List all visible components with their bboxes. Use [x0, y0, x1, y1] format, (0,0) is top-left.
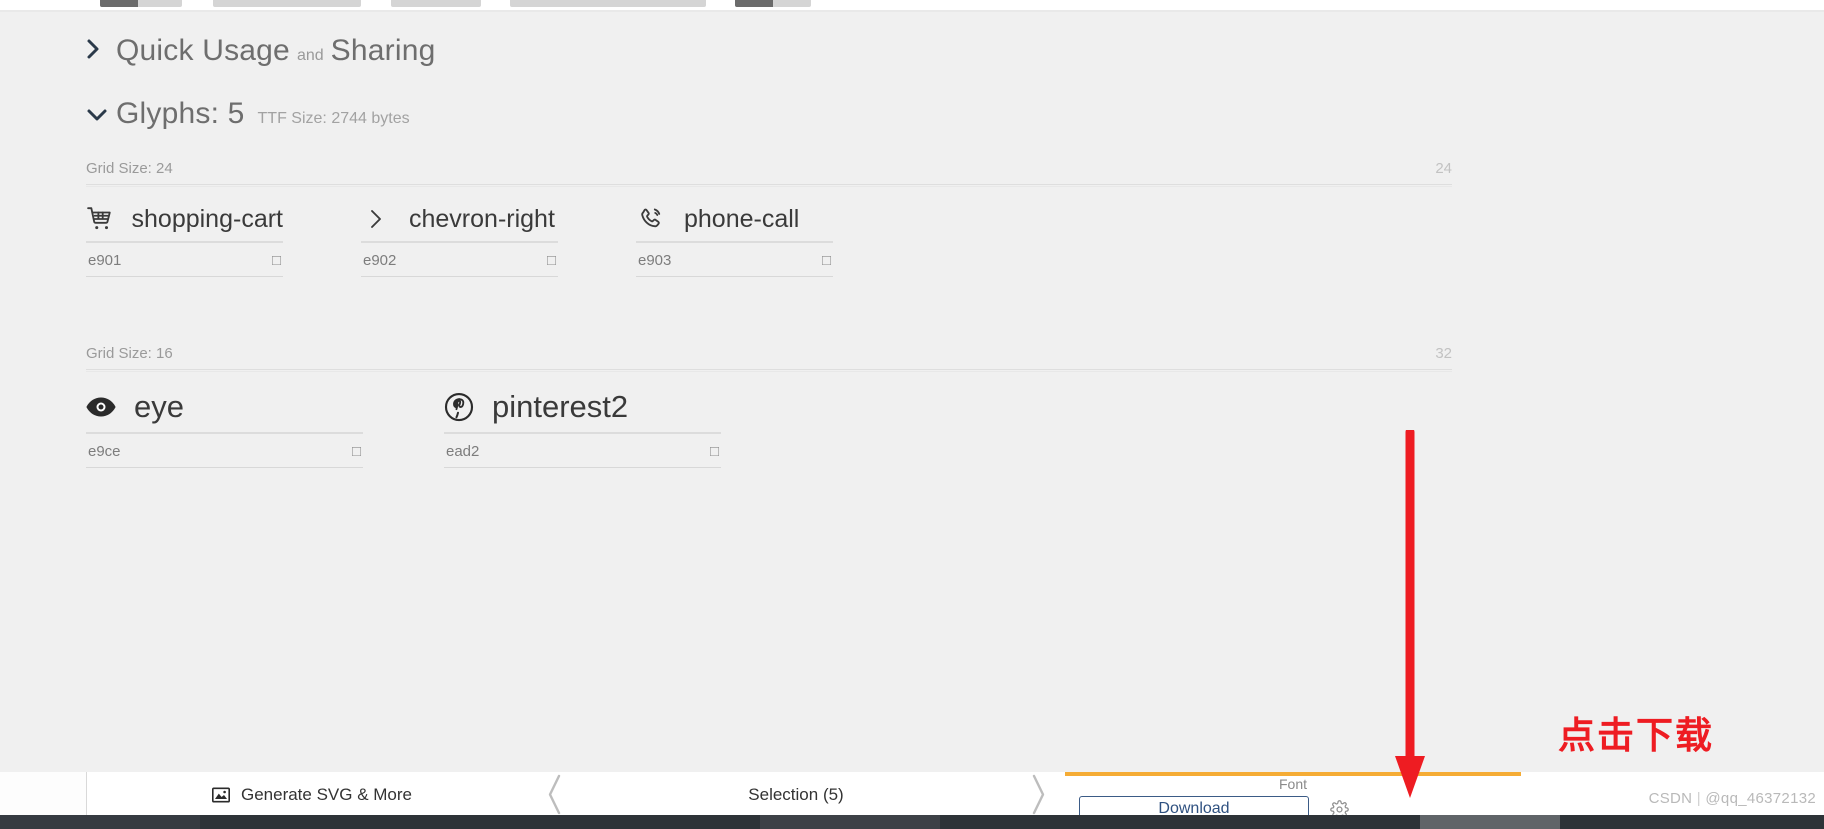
glyph-name-row: shopping-cart: [86, 204, 283, 241]
top-chip-4[interactable]: [510, 0, 706, 7]
glyph-code-field[interactable]: e901 □: [86, 243, 283, 277]
section-header-glyphs[interactable]: Glyphs: 5 TTF Size: 2744 bytes: [86, 97, 410, 131]
glyph-label: pinterest2: [492, 389, 629, 424]
selection-tab[interactable]: Selection (5): [571, 772, 1021, 817]
glyphs-ttf-size: TTF Size: 2744 bytes: [257, 110, 410, 127]
grid-size-value: 24: [1435, 160, 1452, 177]
glyph-code-value: e9ce: [88, 443, 121, 460]
down-arrow-annotation: [1390, 427, 1430, 800]
top-chip-1[interactable]: [100, 0, 182, 7]
grid-size-label: Grid Size: 24: [86, 160, 173, 177]
generate-svg-label: Generate SVG & More: [240, 784, 413, 804]
top-chip-2[interactable]: [213, 0, 361, 7]
toolbar-chevron-left-icon: [537, 772, 571, 817]
quick-usage-title2: Sharing: [330, 34, 436, 67]
taskbar-segment-2[interactable]: [760, 815, 940, 829]
glyph-code-value: e902: [363, 252, 397, 269]
os-taskbar[interactable]: [0, 815, 1824, 829]
quick-usage-conjunction: and: [296, 47, 324, 64]
watermark-user: @qq_46372132: [1705, 790, 1816, 807]
phone-call-icon: [636, 204, 666, 234]
glyph-code-value: e903: [638, 252, 672, 269]
glyph-label: chevron-right: [409, 204, 555, 233]
glyph-preview-box: □: [546, 252, 556, 269]
glyph-name-row: eye: [86, 389, 363, 432]
glyph-preview-box: □: [351, 443, 361, 460]
glyph-code-field[interactable]: ead2 □: [444, 434, 721, 468]
glyph-label: shopping-cart: [131, 204, 283, 233]
csdn-watermark: CSDN | @qq_46372132: [1648, 790, 1816, 807]
glyph-code-field[interactable]: e9ce □: [86, 434, 363, 468]
top-cutoff-strip: [0, 0, 1824, 10]
eye-icon: [86, 392, 116, 422]
selection-label: Selection (5): [748, 784, 844, 804]
glyph-item-pinterest2[interactable]: pinterest2 ead2 □: [444, 389, 721, 468]
shopping-cart-icon: [86, 204, 114, 234]
callout-text: 点击下载: [1558, 714, 1714, 757]
bottom-toolbar: Generate SVG & More Selection (5) Font D…: [86, 772, 1824, 822]
watermark-brand: CSDN: [1648, 790, 1693, 807]
grid-size-row-24: Grid Size: 24 24: [86, 160, 1452, 187]
glyph-name-row: phone-call: [636, 204, 833, 241]
chevron-right-icon[interactable]: [86, 38, 116, 60]
image-icon: [211, 786, 230, 803]
glyph-item-shopping-cart[interactable]: shopping-cart e901 □: [86, 204, 283, 277]
glyph-code-field[interactable]: e902 □: [361, 243, 558, 277]
glyph-panel: Quick Usage and Sharing Glyphs: 5 TTF Si…: [0, 12, 1824, 772]
chevron-down-icon[interactable]: [86, 107, 116, 123]
top-chip-5[interactable]: [735, 0, 811, 7]
chevron-right-icon: [361, 204, 391, 234]
toolbar-chevron-right-icon: [1021, 772, 1055, 817]
glyph-preview-box: □: [821, 252, 831, 269]
grid-size-label: Grid Size: 16: [86, 345, 173, 362]
glyph-code-value: e901: [88, 252, 122, 269]
top-chip-3[interactable]: [391, 0, 481, 7]
font-label: Font: [1278, 776, 1307, 792]
quick-usage-title: Quick Usage: [116, 34, 290, 67]
grid-size-rule: [86, 184, 1452, 187]
glyph-label: eye: [134, 389, 184, 424]
grid-size-rule: [86, 369, 1452, 372]
grid-size-value: 32: [1435, 345, 1452, 362]
glyph-label: phone-call: [684, 204, 800, 233]
glyph-preview-box: □: [271, 252, 281, 269]
glyph-item-eye[interactable]: eye e9ce □: [86, 389, 363, 468]
glyph-item-chevron-right[interactable]: chevron-right e902 □: [361, 204, 558, 277]
glyph-name-row: chevron-right: [361, 204, 558, 241]
glyph-code-value: ead2: [446, 443, 480, 460]
glyph-code-field[interactable]: e903 □: [636, 243, 833, 277]
glyph-item-phone-call[interactable]: phone-call e903 □: [636, 204, 833, 277]
glyph-preview-box: □: [709, 443, 719, 460]
taskbar-segment-3[interactable]: [1420, 815, 1560, 829]
section-header-quick-usage[interactable]: Quick Usage and Sharing: [86, 34, 435, 68]
grid-size-row-16: Grid Size: 16 32: [86, 345, 1452, 372]
glyph-name-row: pinterest2: [444, 389, 721, 432]
generate-svg-button[interactable]: Generate SVG & More: [87, 772, 537, 817]
pinterest-icon: [444, 392, 474, 422]
taskbar-segment-1[interactable]: [0, 815, 200, 829]
glyphs-title: Glyphs: 5: [116, 97, 245, 130]
icomoon-app-screen: Quick Usage and Sharing Glyphs: 5 TTF Si…: [0, 0, 1824, 829]
